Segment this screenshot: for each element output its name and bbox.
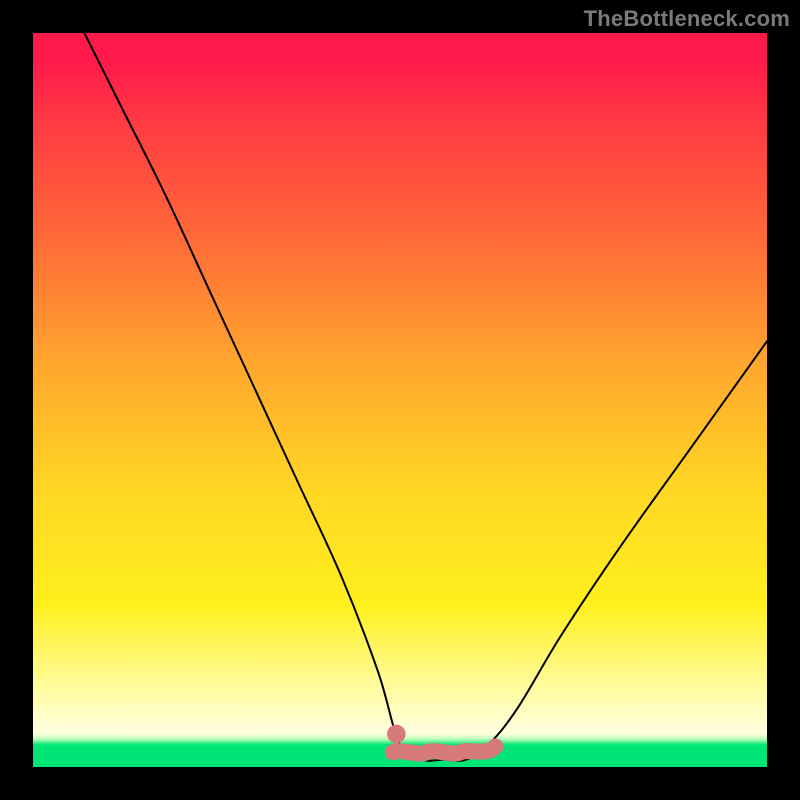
flat-region-dot [387,725,406,744]
bottleneck-curve [84,33,767,761]
flat-region-highlight [393,746,496,753]
curve-overlay [33,33,767,767]
chart-frame: TheBottleneck.com [0,0,800,800]
plot-area [33,33,767,767]
watermark-text: TheBottleneck.com [584,6,790,32]
